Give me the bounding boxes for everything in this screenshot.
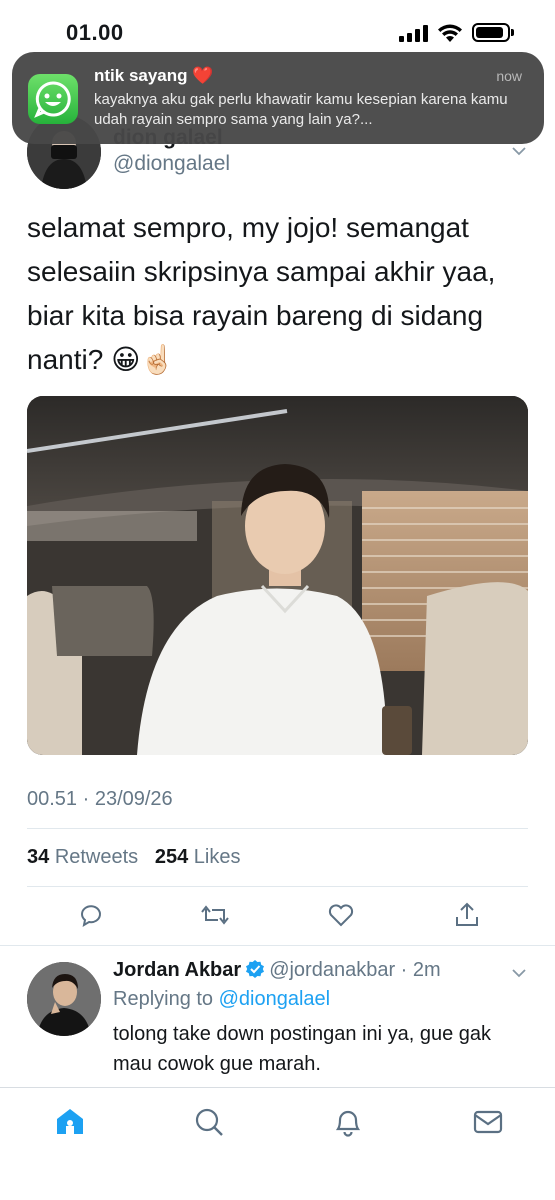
replying-to-handle-link[interactable]: @diongalael (219, 988, 331, 1010)
tweet-stats: 34 Retweets 254 Likes (27, 846, 241, 869)
notification-sender: ntik sayang (94, 66, 188, 85)
replying-to: Replying to @diongalael (113, 988, 330, 1011)
like-heart-icon[interactable] (326, 900, 356, 930)
reply-header: Jordan Akbar @jordanakbar · 2m (113, 959, 441, 982)
retweets-label[interactable]: Retweets (55, 846, 138, 868)
notification-body: kayaknya aku gak perlu khawatir kamu kes… (94, 91, 508, 128)
reply-icon[interactable] (76, 900, 106, 930)
tweet-photo[interactable] (27, 396, 528, 755)
notification-title: ntik sayang ❤️ (94, 66, 213, 86)
retweets-count[interactable]: 34 (27, 846, 49, 868)
bottom-tab-bar (0, 1087, 555, 1200)
whatsapp-app-icon (28, 74, 78, 124)
heart-emoji: ❤️ (192, 66, 214, 85)
tweet-options-chevron-icon[interactable] (512, 144, 526, 158)
verified-badge-icon (246, 960, 265, 978)
status-bar: 01.00 (0, 0, 555, 60)
wifi-icon (438, 24, 462, 42)
likes-count[interactable]: 254 (155, 846, 188, 868)
author-handle[interactable]: @diongalael (113, 152, 230, 176)
battery-icon (472, 23, 514, 42)
cellular-signal-icon (399, 25, 429, 42)
divider (27, 886, 528, 887)
notification-time: now (496, 68, 522, 84)
notification-banner[interactable]: ntik sayang ❤️ now kayaknya aku gak perl… (12, 52, 544, 144)
retweet-icon[interactable] (200, 900, 230, 930)
reply-author-name[interactable]: Jordan Akbar (113, 959, 241, 981)
reply-text: tolong take down postingan ini ya, gue g… (113, 1023, 492, 1075)
tweet-text: selamat sempro, my jojo! semangat selesa… (27, 212, 496, 375)
search-icon[interactable] (192, 1105, 226, 1139)
section-divider (0, 945, 555, 946)
replying-to-label: Replying to (113, 988, 214, 1010)
home-icon[interactable] (53, 1105, 87, 1139)
reply-options-chevron-icon[interactable] (512, 966, 526, 980)
reply-avatar[interactable] (27, 962, 101, 1036)
notifications-bell-icon[interactable] (331, 1105, 365, 1139)
status-time: 01.00 (66, 20, 124, 45)
reply-handle-time[interactable]: @jordanakbar · 2m (269, 959, 440, 981)
share-icon[interactable] (452, 900, 482, 930)
divider (27, 828, 528, 829)
likes-label[interactable]: Likes (194, 846, 241, 868)
messages-mail-icon[interactable] (471, 1105, 505, 1139)
tweet-timestamp: 00.51 · 23/09/26 (27, 788, 173, 810)
